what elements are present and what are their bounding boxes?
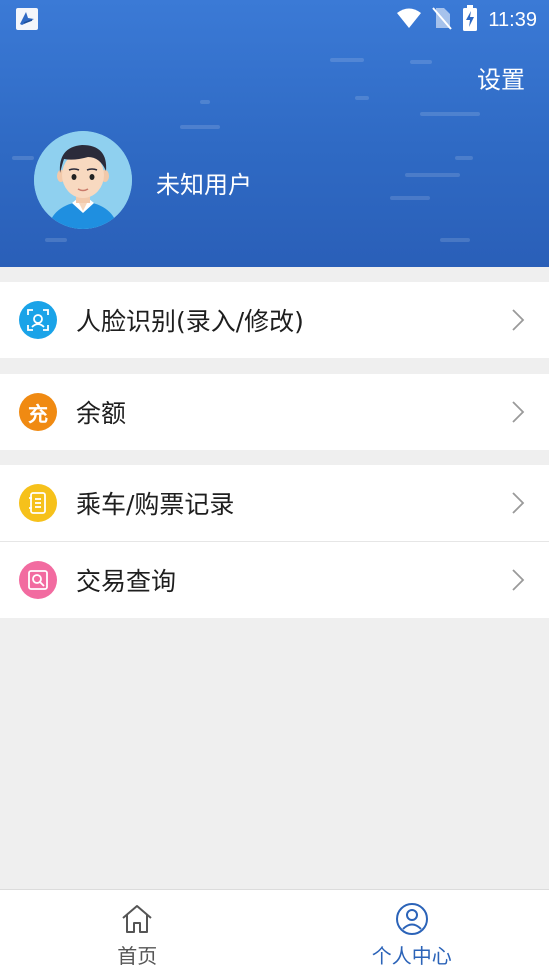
menu-group-records: 乘车/购票记录 交易查询 — [0, 465, 549, 618]
no-sim-icon — [432, 6, 453, 34]
transaction-search-icon — [19, 561, 57, 599]
menu-item-label: 余额 — [76, 399, 127, 428]
home-icon — [122, 905, 152, 933]
tab-label: 首页 — [117, 944, 158, 968]
menu-item-face-recognition[interactable]: 人脸识别(录入/修改) — [0, 282, 549, 358]
menu-group-balance: 充 余额 — [0, 374, 549, 450]
chevron-right-icon — [512, 401, 525, 423]
menu-item-ride-ticket-records[interactable]: 乘车/购票记录 — [0, 465, 549, 541]
tab-home[interactable]: 首页 — [0, 890, 275, 976]
menu-group-face: 人脸识别(录入/修改) — [0, 282, 549, 358]
menu-item-label: 乘车/购票记录 — [76, 490, 235, 519]
tab-profile[interactable]: 个人中心 — [275, 890, 549, 976]
settings-link[interactable]: 设置 — [477, 60, 525, 95]
bottom-navigation: 首页 个人中心 — [0, 889, 549, 976]
tab-label: 个人中心 — [371, 944, 452, 968]
recharge-icon: 充 — [19, 393, 57, 431]
chevron-right-icon — [512, 492, 525, 514]
chevron-right-icon — [512, 309, 525, 331]
app-logo-icon — [16, 8, 38, 30]
face-scan-icon — [19, 301, 57, 339]
menu-item-label: 交易查询 — [76, 567, 177, 596]
menu-item-label: 人脸识别(录入/修改) — [76, 307, 304, 336]
user-icon — [395, 903, 428, 935]
wifi-icon — [396, 7, 422, 33]
battery-charging-icon — [462, 5, 478, 35]
menu-item-transaction-query[interactable]: 交易查询 — [0, 541, 549, 618]
avatar[interactable] — [34, 131, 132, 229]
chevron-right-icon — [512, 569, 525, 591]
menu-item-balance[interactable]: 充 余额 — [0, 374, 549, 450]
ticket-record-icon — [19, 484, 57, 522]
username: 未知用户 — [156, 171, 252, 199]
status-time: 11:39 — [488, 8, 537, 31]
profile-header: 11:39 设置 未知用户 — [0, 0, 549, 267]
status-bar: 11:39 — [0, 0, 549, 40]
